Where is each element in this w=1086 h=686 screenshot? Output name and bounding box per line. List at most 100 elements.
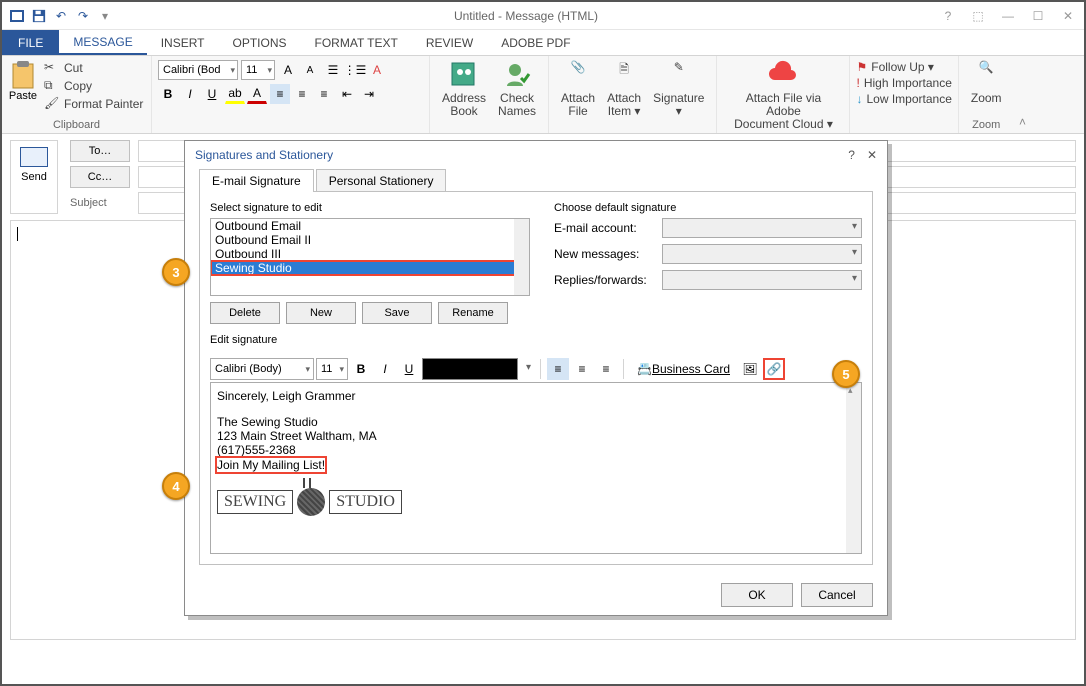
to-button[interactable]: To… [70, 140, 130, 162]
font-color-button[interactable]: A [247, 84, 267, 104]
delete-button[interactable]: Delete [210, 302, 280, 324]
editor-size-combo[interactable]: 11 [316, 358, 348, 380]
signature-button[interactable]: ✎ Signature ▾ [647, 60, 710, 118]
email-account-label: E-mail account: [554, 221, 654, 235]
paperclip-icon: 📎 [564, 60, 592, 88]
minimize-icon[interactable]: — [998, 9, 1018, 23]
editor-line: (617)555-2368 [217, 443, 855, 457]
save-button[interactable]: Save [362, 302, 432, 324]
format-painter-button[interactable]: 🖌Format Painter [44, 96, 143, 112]
insert-image-button[interactable]: 🖼 [739, 358, 761, 380]
new-button[interactable]: New [286, 302, 356, 324]
highlight-button[interactable]: ab [225, 84, 245, 104]
underline-button[interactable]: U [202, 84, 222, 104]
editor-align-left[interactable]: ≡ [547, 358, 569, 380]
editor-align-right[interactable]: ≡ [595, 358, 617, 380]
high-importance-button[interactable]: !High Importance [856, 76, 951, 90]
replies-select[interactable] [662, 270, 862, 290]
list-item[interactable]: Outbound III [211, 247, 529, 261]
address-book-icon [450, 60, 478, 88]
cut-button[interactable]: ✂Cut [44, 60, 143, 76]
align-center-button[interactable]: ≡ [292, 84, 312, 104]
bullets-button[interactable]: ☰ [323, 60, 343, 80]
dialog-help-icon[interactable]: ? [848, 148, 855, 162]
tab-adobe-pdf[interactable]: ADOBE PDF [487, 30, 584, 55]
collapse-ribbon-icon[interactable]: ˄ [1014, 56, 1032, 133]
signature-icon: ✎ [665, 60, 693, 88]
copy-button[interactable]: ⧉Copy [44, 78, 143, 94]
list-item[interactable]: Outbound Email [211, 219, 529, 233]
editor-align-center[interactable]: ≡ [571, 358, 593, 380]
signature-list[interactable]: Outbound Email Outbound Email II Outboun… [210, 218, 530, 296]
scrollbar[interactable] [514, 219, 529, 295]
group-names: Address Book Check Names [430, 56, 549, 133]
ribbon-toggle-icon[interactable]: ⬚ [968, 9, 988, 23]
tab-file[interactable]: FILE [2, 30, 59, 55]
insert-hyperlink-button[interactable]: 🔗 [763, 358, 785, 380]
decrease-indent-button[interactable]: ⇤ [337, 84, 357, 104]
paste-label: Paste [8, 90, 38, 102]
undo-icon[interactable]: ↶ [52, 7, 70, 25]
align-right-button[interactable]: ≡ [314, 84, 334, 104]
redo-icon[interactable]: ↷ [74, 7, 92, 25]
editor-italic-button[interactable]: I [374, 358, 396, 380]
align-left-button[interactable]: ≡ [270, 84, 290, 104]
dialog-close-icon[interactable]: ✕ [867, 148, 877, 162]
editor-color-picker[interactable] [422, 358, 518, 380]
paste-button[interactable]: Paste [8, 60, 38, 102]
zoom-button[interactable]: 🔍 Zoom [965, 60, 1008, 105]
help-icon[interactable]: ? [938, 9, 958, 23]
cc-button[interactable]: Cc… [70, 166, 130, 188]
check-names-button[interactable]: Check Names [492, 60, 542, 118]
editor-scrollbar[interactable] [846, 383, 861, 553]
subject-label: Subject [70, 192, 130, 214]
qat-more-icon[interactable]: ▾ [96, 7, 114, 25]
new-messages-select[interactable] [662, 244, 862, 264]
list-item-selected[interactable]: Sewing Studio [211, 261, 529, 275]
tab-personal-stationery[interactable]: Personal Stationery [316, 169, 447, 192]
low-importance-button[interactable]: ↓Low Importance [856, 92, 951, 106]
group-zoom: 🔍 Zoom Zoom [959, 56, 1014, 133]
increase-indent-button[interactable]: ⇥ [359, 84, 379, 104]
list-item[interactable]: Outbound Email II [211, 233, 529, 247]
shrink-font-button[interactable]: A [300, 60, 320, 80]
bold-button[interactable]: B [158, 84, 178, 104]
close-icon[interactable]: ✕ [1058, 9, 1078, 23]
group-label: Zoom [965, 119, 1008, 131]
address-book-button[interactable]: Address Book [436, 60, 492, 118]
rename-button[interactable]: Rename [438, 302, 508, 324]
ribbon: Paste ✂Cut ⧉Copy 🖌Format Painter Clipboa… [2, 56, 1084, 134]
mailing-list-link[interactable]: Join My Mailing List! [217, 458, 325, 472]
numbering-button[interactable]: ⋮☰ [345, 60, 365, 80]
font-combo[interactable]: Calibri (Bod [158, 60, 238, 80]
cancel-button[interactable]: Cancel [801, 583, 873, 607]
send-button[interactable]: Send [10, 140, 58, 214]
attach-file-button[interactable]: 📎 Attach File [555, 60, 601, 118]
tab-email-signature[interactable]: E-mail Signature [199, 169, 314, 192]
editor-underline-button[interactable]: U [398, 358, 420, 380]
cut-icon: ✂ [44, 60, 60, 76]
editor-font-combo[interactable]: Calibri (Body) [210, 358, 314, 380]
tab-format-text[interactable]: FORMAT TEXT [301, 30, 412, 55]
grow-font-button[interactable]: A [278, 60, 298, 80]
adobe-attach-button[interactable]: Attach File via Adobe Document Cloud ▾ [723, 60, 843, 132]
italic-button[interactable]: I [180, 84, 200, 104]
dialog-tabs: E-mail Signature Personal Stationery [199, 169, 873, 192]
sewing-studio-logo: SEWING STUDIO [217, 482, 855, 522]
clear-format-button[interactable]: A [367, 60, 387, 80]
maximize-icon[interactable]: ☐ [1028, 9, 1048, 23]
size-combo[interactable]: 11 [241, 60, 275, 80]
tab-message[interactable]: MESSAGE [59, 30, 146, 55]
tab-insert[interactable]: INSERT [147, 30, 219, 55]
tab-options[interactable]: OPTIONS [219, 30, 301, 55]
attach-item-button[interactable]: 🗎 Attach Item ▾ [601, 60, 647, 118]
signature-editor[interactable]: Sincerely, Leigh Grammer The Sewing Stud… [210, 382, 862, 554]
signatures-dialog: Signatures and Stationery ? ✕ E-mail Sig… [184, 140, 888, 616]
save-icon[interactable] [30, 7, 48, 25]
ok-button[interactable]: OK [721, 583, 793, 607]
follow-up-button[interactable]: ⚑Follow Up ▾ [856, 60, 951, 74]
business-card-button[interactable]: 📇 Business Card [630, 358, 737, 380]
tab-review[interactable]: REVIEW [412, 30, 487, 55]
email-account-select[interactable] [662, 218, 862, 238]
editor-bold-button[interactable]: B [350, 358, 372, 380]
